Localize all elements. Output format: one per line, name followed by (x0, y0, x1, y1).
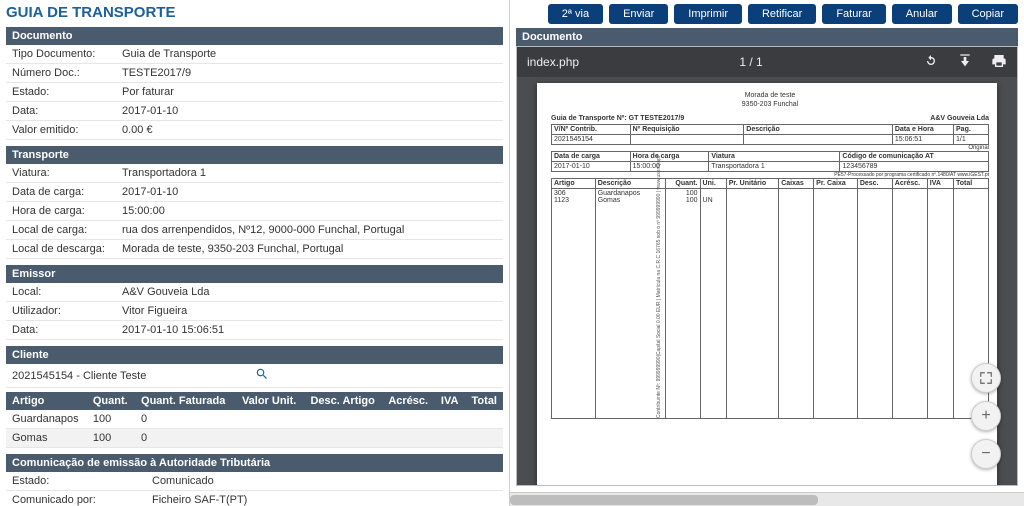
value: 2017-01-10 15:06:51 (116, 321, 503, 340)
cell: 100 (87, 429, 135, 448)
value: Vitor Figueira (116, 302, 503, 321)
label: Data de carga: (6, 183, 116, 202)
emissor-table: Local:A&V Gouveia Lda Utilizador:Vitor F… (6, 283, 503, 340)
col-acresc: Acrésc. (381, 392, 434, 410)
value: 2017-01-10 (116, 183, 503, 202)
btn-imprimir[interactable]: Imprimir (674, 4, 742, 24)
col-artigo: Artigo (6, 392, 87, 410)
client-value: 2021545154 - Cliente Teste (12, 370, 255, 382)
col-iva: IVA (434, 392, 464, 410)
pdf-filename: index.php (527, 55, 579, 69)
right-pane: 2ª via Enviar Imprimir Retificar Faturar… (510, 0, 1024, 506)
label: Valor emitido: (6, 121, 116, 140)
pdf-viewer: index.php 1 / 1 Contribuinte Nº: 9999999… (516, 46, 1018, 486)
value: 0.00 € (116, 121, 503, 140)
items-grid: Artigo Quant. Quant. Faturada Valor Unit… (6, 392, 503, 448)
btn-faturar[interactable]: Faturar (822, 4, 885, 24)
cell: Gomas (6, 429, 87, 448)
label: Hora de carga: (6, 202, 116, 221)
value: 2017-01-10 (116, 102, 503, 121)
label: Local de descarga: (6, 240, 116, 259)
section-header-at: Comunicação de emissão à Autoridade Trib… (6, 454, 503, 472)
col-total: Total (464, 392, 503, 410)
vertical-cert-text: Contribuinte Nº: 999999990|Capital Socia… (656, 178, 662, 418)
label: Estado: (6, 472, 146, 491)
at-table: Estado:Comunicado Comunicado por:Ficheir… (6, 472, 503, 506)
col-descartigo: Desc. Artigo (302, 392, 381, 410)
client-row: 2021545154 - Cliente Teste (6, 364, 503, 388)
horizontal-scrollbar[interactable] (510, 492, 1024, 506)
value: Morada de teste, 9350-203 Funchal, Portu… (116, 240, 503, 259)
fit-icon[interactable] (971, 363, 1001, 393)
pdf-toolbar: index.php 1 / 1 (517, 47, 1017, 77)
section-header-documento-right: Documento (516, 28, 1018, 46)
download-icon[interactable] (957, 53, 973, 72)
btn-2via[interactable]: 2ª via (548, 4, 603, 24)
value: rua dos arrenpendidos, Nº12, 9000-000 Fu… (116, 221, 503, 240)
value: Transportadora 1 (116, 164, 503, 183)
zoom-in-icon[interactable]: + (971, 401, 1001, 431)
top-buttons: 2ª via Enviar Imprimir Retificar Faturar… (510, 0, 1024, 28)
pdf-body[interactable]: Contribuinte Nº: 999999990|Capital Socia… (517, 77, 1017, 485)
btn-copiar[interactable]: Copiar (958, 4, 1018, 24)
label: Número Doc.: (6, 64, 116, 83)
addr-line: 9350-203 Funchal (551, 100, 989, 109)
pdf-company: A&V Gouveia Lda (930, 115, 989, 122)
zoom-out-icon[interactable]: − (971, 439, 1001, 469)
label: Estado: (6, 83, 116, 102)
pdf-page: Contribuinte Nº: 999999990|Capital Socia… (537, 83, 997, 485)
table-row[interactable]: Gomas 100 0 (6, 429, 503, 448)
pdf-doc-title: Guia de Transporte Nº: GT TESTE2017/9 (551, 115, 684, 122)
col-valorunit: Valor Unit. (234, 392, 302, 410)
section-header-transporte: Transporte (6, 146, 503, 164)
label: Utilizador: (6, 302, 116, 321)
value: Comunicado (146, 472, 503, 491)
pdf-address: Morada de teste 9350-203 Funchal (551, 91, 989, 109)
left-pane: GUIA DE TRANSPORTE Documento Tipo Docume… (0, 0, 510, 506)
page-title: GUIA DE TRANSPORTE (6, 4, 503, 21)
cell: 0 (135, 429, 234, 448)
cell: 0 (135, 410, 234, 429)
value: A&V Gouveia Lda (116, 283, 503, 302)
label: Local de carga: (6, 221, 116, 240)
section-header-emissor: Emissor (6, 265, 503, 283)
label: Comunicado por: (6, 491, 146, 506)
label: Viatura: (6, 164, 116, 183)
transporte-table: Viatura:Transportadora 1 Data de carga:2… (6, 164, 503, 259)
pdf-row1: V/Nº Contrib.Nº RequisiçãoDescriçãoData … (551, 124, 989, 145)
label: Data: (6, 321, 116, 340)
pdf-float-controls: + − (971, 363, 1001, 469)
pdf-row2: Data de cargaHora de cargaViaturaCódigo … (551, 151, 989, 172)
section-header-documento: Documento (6, 27, 503, 45)
label: Data: (6, 102, 116, 121)
cell: 100 (87, 410, 135, 429)
col-quantfat: Quant. Faturada (135, 392, 234, 410)
label: Tipo Documento: (6, 45, 116, 64)
value: Por faturar (116, 83, 503, 102)
pdf-items: ArtigoDescriçãoQuant.Uni.Pr. UnitárioCai… (551, 178, 989, 419)
section-header-cliente: Cliente (6, 346, 503, 364)
documento-table: Tipo Documento:Guia de Transporte Número… (6, 45, 503, 140)
label: Local: (6, 283, 116, 302)
col-quant: Quant. (87, 392, 135, 410)
value: TESTE2017/9 (116, 64, 503, 83)
print-icon[interactable] (991, 53, 1007, 72)
value: Ficheiro SAF-T(PT) (146, 491, 503, 506)
rotate-icon[interactable] (923, 53, 939, 72)
btn-retificar[interactable]: Retificar (748, 4, 816, 24)
table-row[interactable]: Guardanapos 100 0 (6, 410, 503, 429)
value: Guia de Transporte (116, 45, 503, 64)
value: 15:00:00 (116, 202, 503, 221)
search-icon[interactable] (255, 367, 498, 384)
btn-enviar[interactable]: Enviar (609, 4, 668, 24)
pdf-page-indicator: 1 / 1 (739, 55, 762, 69)
cell: Guardanapos (6, 410, 87, 429)
btn-anular[interactable]: Anular (892, 4, 952, 24)
addr-line: Morada de teste (551, 91, 989, 100)
